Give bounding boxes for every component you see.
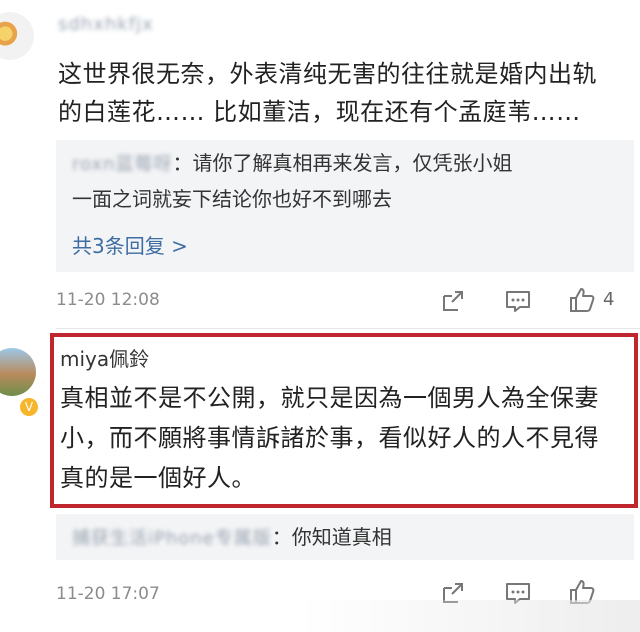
reply-text: ：你知道真相 <box>271 525 392 549</box>
reply-box: roxn蓝莓呀：请你了解真相再来发言，仅凭张小姐 一面之词就妄下结论你也好不到哪… <box>56 140 634 272</box>
comment-icon[interactable] <box>504 288 532 314</box>
bottom-overlay <box>300 600 640 632</box>
highlight-box: miya佩鈴 真相並不是不公開，就只是因為一個男人為全保妻 小，而不願將事情訴諸… <box>50 333 638 508</box>
comment-username[interactable]: sdhxhkfjx <box>58 14 154 35</box>
comment-username[interactable]: miya佩鈴 <box>60 343 149 372</box>
reply-box: 捕获生活iPhone专属版：你知道真相 <box>56 514 634 560</box>
reply-text: 一面之词就妄下结论你也好不到哪去 <box>72 187 392 211</box>
avatar[interactable] <box>0 12 34 60</box>
comment-time: 11-20 17:07 <box>56 584 160 604</box>
comment-time: 11-20 12:08 <box>56 290 160 310</box>
like-count: 4 <box>603 289 615 310</box>
comment-text-line: 真的是一個好人。 <box>60 464 256 492</box>
more-replies-link[interactable]: 共3条回复 > <box>72 230 188 259</box>
comment-text-line: 小，而不願將事情訴諸於事，看似好人的人不見得 <box>60 424 599 452</box>
thumbs-up-icon[interactable] <box>568 286 596 314</box>
share-icon[interactable] <box>440 288 466 314</box>
comment-text-line: 真相並不是不公開，就只是因為一個男人為全保妻 <box>60 384 599 412</box>
avatar[interactable] <box>0 348 36 396</box>
divider <box>56 328 640 329</box>
reply-author[interactable]: 捕获生活iPhone专属版 <box>72 528 272 549</box>
reply-text: ：请你了解真相再来发言，仅凭张小姐 <box>172 151 513 175</box>
reply-author[interactable]: roxn蓝莓呀 <box>72 154 173 175</box>
comment-text-line: 这世界很无奈，外表清纯无害的往往就是婚内出轨 <box>58 60 597 88</box>
verified-badge-icon: V <box>18 396 40 418</box>
comment-text-line: 的白莲花…… 比如董洁，现在还有个孟庭苇…… <box>58 98 581 126</box>
